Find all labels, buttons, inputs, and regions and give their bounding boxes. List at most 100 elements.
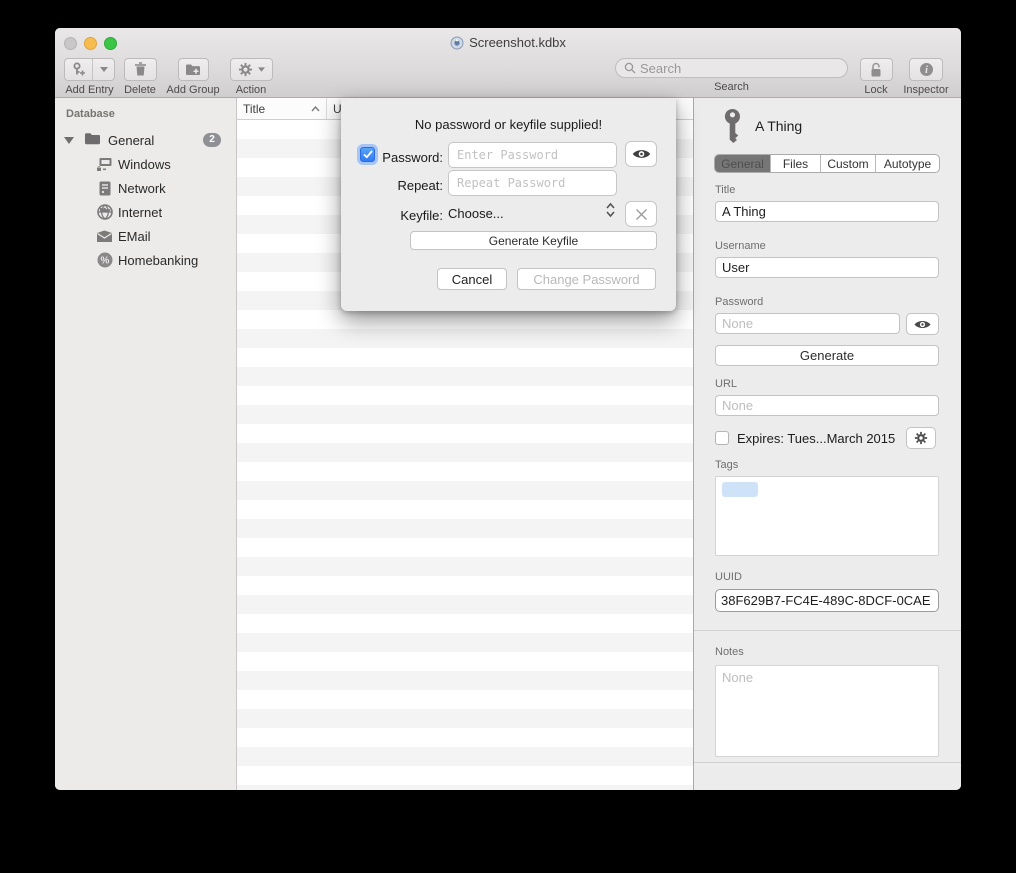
sidebar-item-label: Network: [118, 181, 166, 196]
svg-text:i: i: [925, 65, 928, 76]
popup-chevrons-icon[interactable]: [605, 202, 616, 218]
generate-keyfile-button[interactable]: Generate Keyfile: [410, 231, 657, 250]
sidebar-item-windows[interactable]: Windows: [55, 152, 236, 176]
lock-label: Lock: [864, 84, 887, 96]
key-plus-icon: [65, 59, 92, 80]
column-header-title[interactable]: Title: [237, 98, 327, 119]
title-label: Title: [715, 184, 735, 196]
add-group-button[interactable]: [178, 58, 209, 81]
app-window: Screenshot.kdbx Add Entry Delete: [55, 28, 961, 790]
chevron-down-icon: [100, 67, 108, 72]
username-field[interactable]: [715, 257, 939, 278]
sheet-message: No password or keyfile supplied!: [341, 117, 676, 132]
add-entry-button[interactable]: [64, 58, 115, 81]
eye-icon: [632, 148, 651, 160]
uuid-field[interactable]: [715, 589, 939, 612]
group-count-badge: 2: [203, 133, 221, 147]
gear-icon: [914, 431, 928, 445]
tab-custom[interactable]: Custom: [820, 155, 875, 172]
email-group-icon: [96, 230, 113, 243]
trash-icon: [134, 62, 147, 77]
url-label: URL: [715, 378, 737, 390]
search-field[interactable]: [615, 58, 848, 78]
section-divider: [694, 630, 961, 631]
document-proxy-icon: [450, 36, 464, 53]
expires-settings-button[interactable]: [906, 427, 936, 449]
sidebar-item-label: EMail: [118, 229, 151, 244]
dialog-password-label: Password:: [341, 150, 443, 165]
tab-autotype[interactable]: Autotype: [875, 155, 939, 172]
cancel-button[interactable]: Cancel: [437, 268, 507, 290]
disclosure-triangle-icon[interactable]: [64, 137, 74, 144]
inspector-toolbar-item: i Inspector: [900, 58, 952, 96]
password-field[interactable]: [715, 313, 900, 334]
delete-button[interactable]: [124, 58, 157, 81]
internet-group-icon: [96, 204, 113, 220]
search-input[interactable]: [640, 61, 839, 76]
sidebar-item-general[interactable]: General 2: [55, 128, 236, 152]
entry-header: A Thing: [723, 109, 802, 143]
dialog-repeat-label: Repeat:: [341, 178, 443, 193]
title-field[interactable]: [715, 201, 939, 222]
tab-general[interactable]: General: [715, 155, 770, 172]
folder-plus-icon: [185, 63, 201, 76]
network-group-icon: [96, 181, 113, 196]
add-group-label: Add Group: [166, 84, 219, 96]
chevron-down-icon: [258, 67, 265, 72]
sidebar-item-internet[interactable]: Internet: [55, 200, 236, 224]
info-icon: i: [919, 62, 934, 77]
sort-ascending-icon: [311, 106, 320, 112]
sidebar-item-label: Windows: [118, 157, 171, 172]
expires-row: Expires: Tues...March 2015: [715, 428, 895, 448]
sidebar-item-network[interactable]: Network: [55, 176, 236, 200]
add-entry-toolbar-item: Add Entry: [64, 58, 115, 96]
clear-keyfile-button[interactable]: [625, 201, 657, 227]
username-label: Username: [715, 240, 766, 252]
inspector-tabs: General Files Custom Autotype: [714, 154, 940, 173]
lock-button[interactable]: [860, 58, 893, 81]
add-group-toolbar-item: Add Group: [163, 58, 223, 96]
tab-files[interactable]: Files: [770, 155, 820, 172]
inspector-label: Inspector: [903, 84, 948, 96]
sidebar-item-label: Internet: [118, 205, 162, 220]
lock-toolbar-item: Lock: [852, 58, 900, 96]
tags-box[interactable]: [715, 476, 939, 556]
sidebar-item-label: General: [108, 133, 154, 148]
dialog-repeat-input[interactable]: [448, 170, 617, 196]
dialog-keyfile-label: Keyfile:: [341, 208, 443, 223]
action-label: Action: [236, 84, 267, 96]
tags-label: Tags: [715, 459, 738, 471]
action-button[interactable]: [230, 58, 273, 81]
sidebar-item-homebanking[interactable]: % Homebanking: [55, 248, 236, 272]
close-icon: [635, 208, 648, 221]
homebanking-group-icon: %: [96, 252, 113, 268]
sidebar-item-email[interactable]: EMail: [55, 224, 236, 248]
tag-chip[interactable]: [722, 482, 758, 497]
generate-password-button[interactable]: Generate: [715, 345, 939, 366]
inspector-button[interactable]: i: [909, 58, 943, 81]
change-password-button[interactable]: Change Password: [517, 268, 656, 290]
search-icon: [624, 62, 636, 74]
sidebar-item-label: Homebanking: [118, 253, 198, 268]
delete-toolbar-item: Delete: [116, 58, 164, 96]
key-icon: [723, 109, 742, 143]
window-header: Screenshot.kdbx Add Entry Delete: [55, 28, 961, 98]
reveal-password-button[interactable]: [906, 313, 939, 335]
notes-textarea[interactable]: [715, 665, 939, 757]
search-toolbar-item: Search: [615, 58, 848, 93]
uuid-label: UUID: [715, 571, 742, 583]
svg-text:%: %: [100, 256, 109, 267]
keyfile-popup[interactable]: Choose...: [448, 206, 504, 221]
windows-group-icon: [96, 157, 113, 172]
group-sidebar: Database General 2 Windows Network: [55, 98, 236, 790]
add-entry-label: Add Entry: [65, 84, 113, 96]
add-entry-dropdown[interactable]: [92, 59, 114, 80]
eye-icon: [914, 319, 931, 330]
sidebar-section-header: Database: [55, 98, 236, 120]
url-field[interactable]: [715, 395, 939, 416]
expires-checkbox[interactable]: [715, 431, 729, 445]
delete-label: Delete: [124, 84, 156, 96]
action-toolbar-item: Action: [223, 58, 279, 96]
dialog-password-input[interactable]: [448, 142, 617, 168]
reveal-password-button[interactable]: [625, 141, 657, 167]
